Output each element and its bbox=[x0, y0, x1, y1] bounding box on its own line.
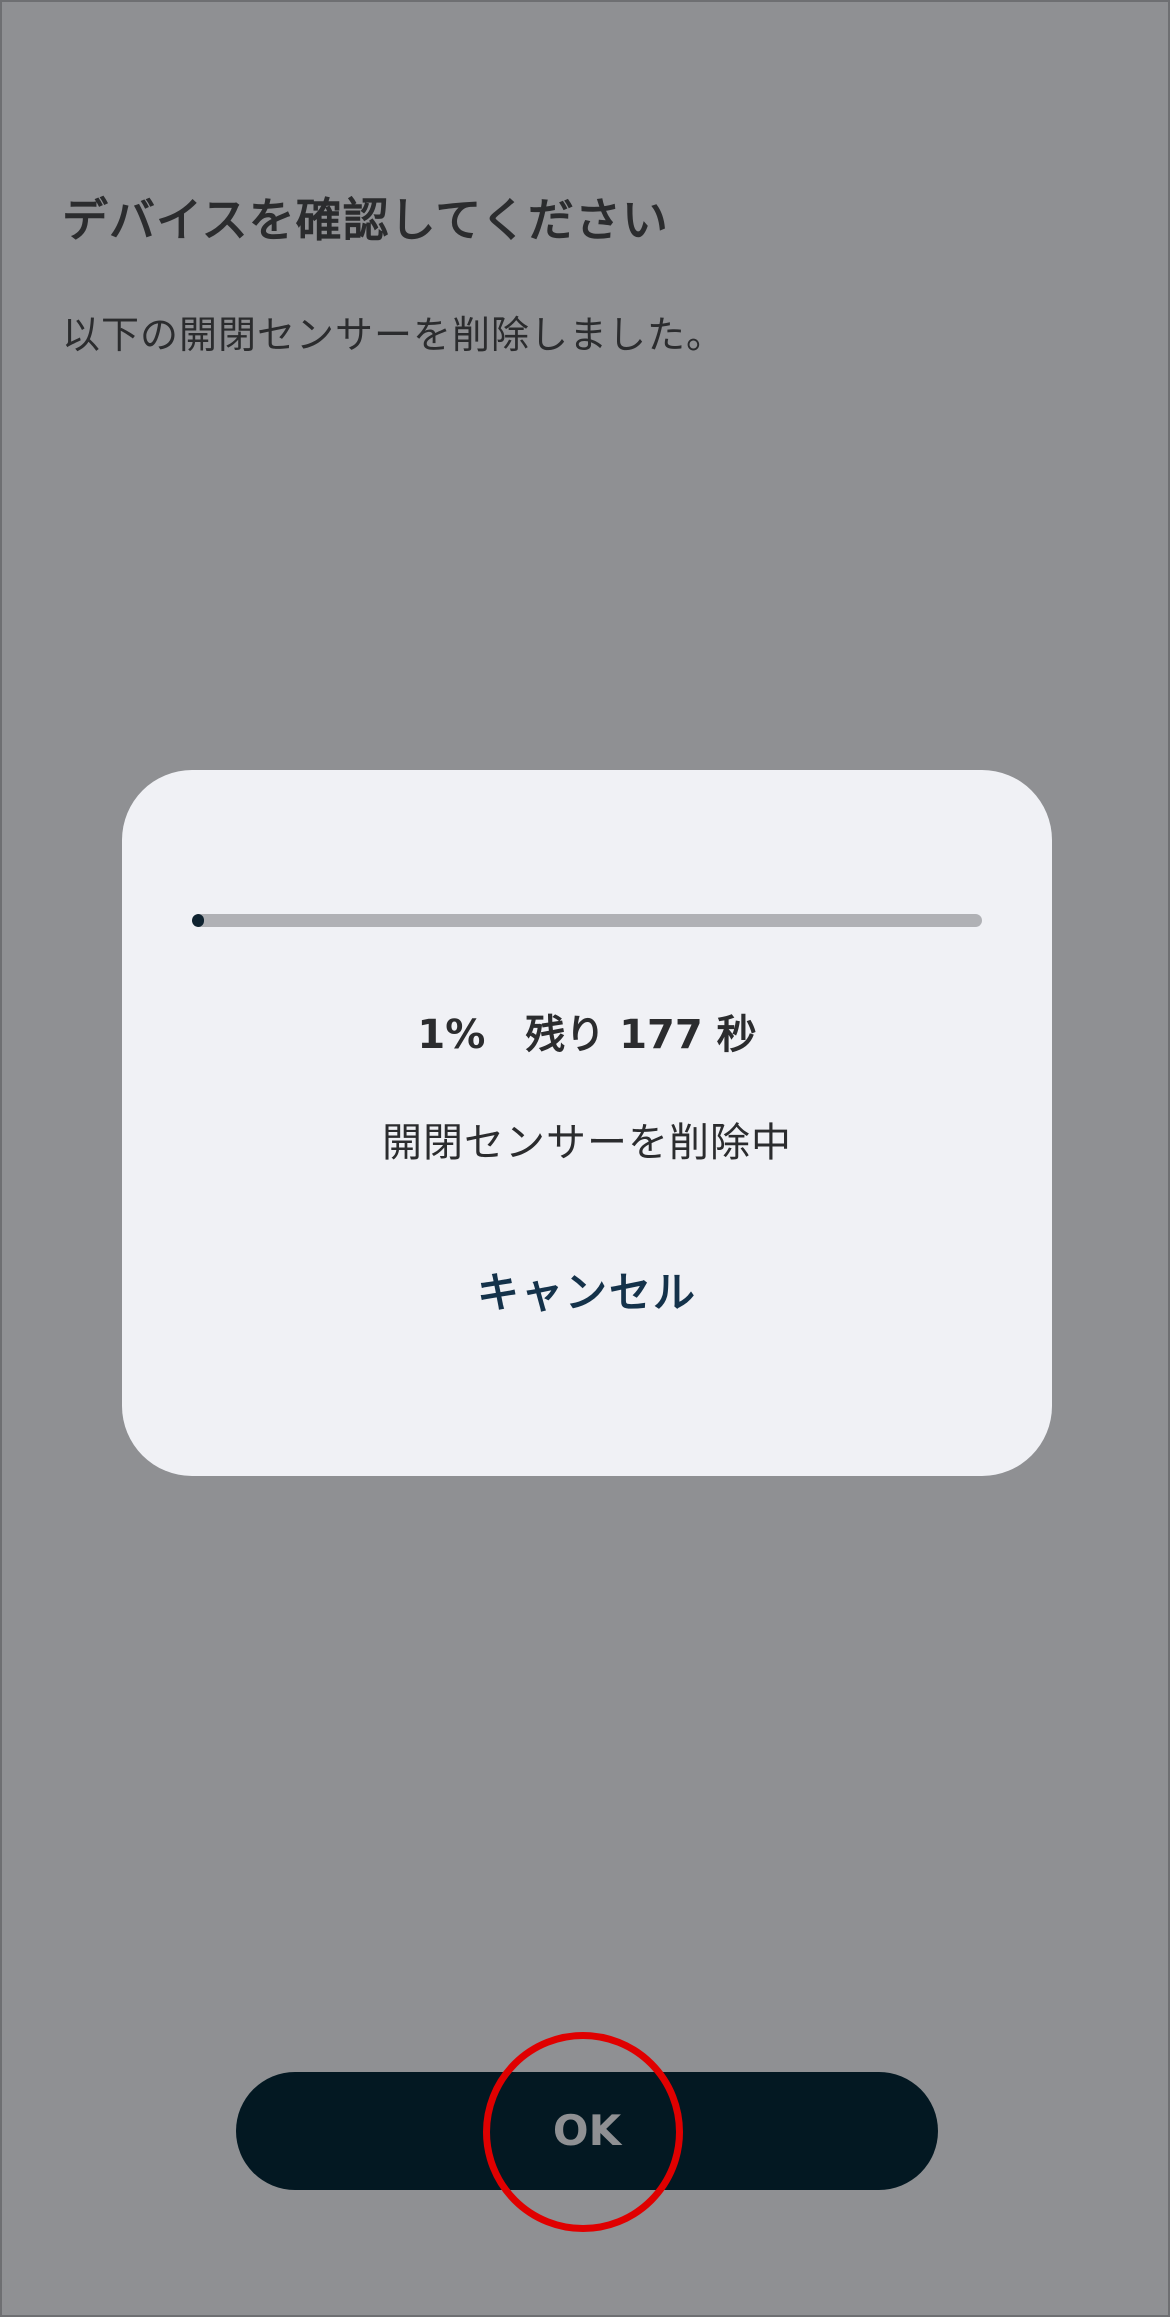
progress-bar bbox=[192, 914, 982, 927]
progress-text: 1% 残り 177 秒 bbox=[417, 1012, 757, 1058]
progress-dialog: 1% 残り 177 秒 開閉センサーを削除中 キャンセル bbox=[122, 770, 1052, 1476]
page-description: 以下の開閉センサーを削除しました。 bbox=[62, 313, 726, 357]
status-text: 開閉センサーを削除中 bbox=[382, 1120, 792, 1166]
page-title: デバイスを確認してください bbox=[62, 193, 669, 247]
progress-bar-fill bbox=[192, 914, 204, 927]
cancel-button[interactable]: キャンセル bbox=[437, 1250, 737, 1334]
screen: デバイスを確認してください 以下の開閉センサーを削除しました。 1% 残り 17… bbox=[0, 0, 1170, 2317]
ok-button[interactable]: OK bbox=[236, 2072, 938, 2190]
